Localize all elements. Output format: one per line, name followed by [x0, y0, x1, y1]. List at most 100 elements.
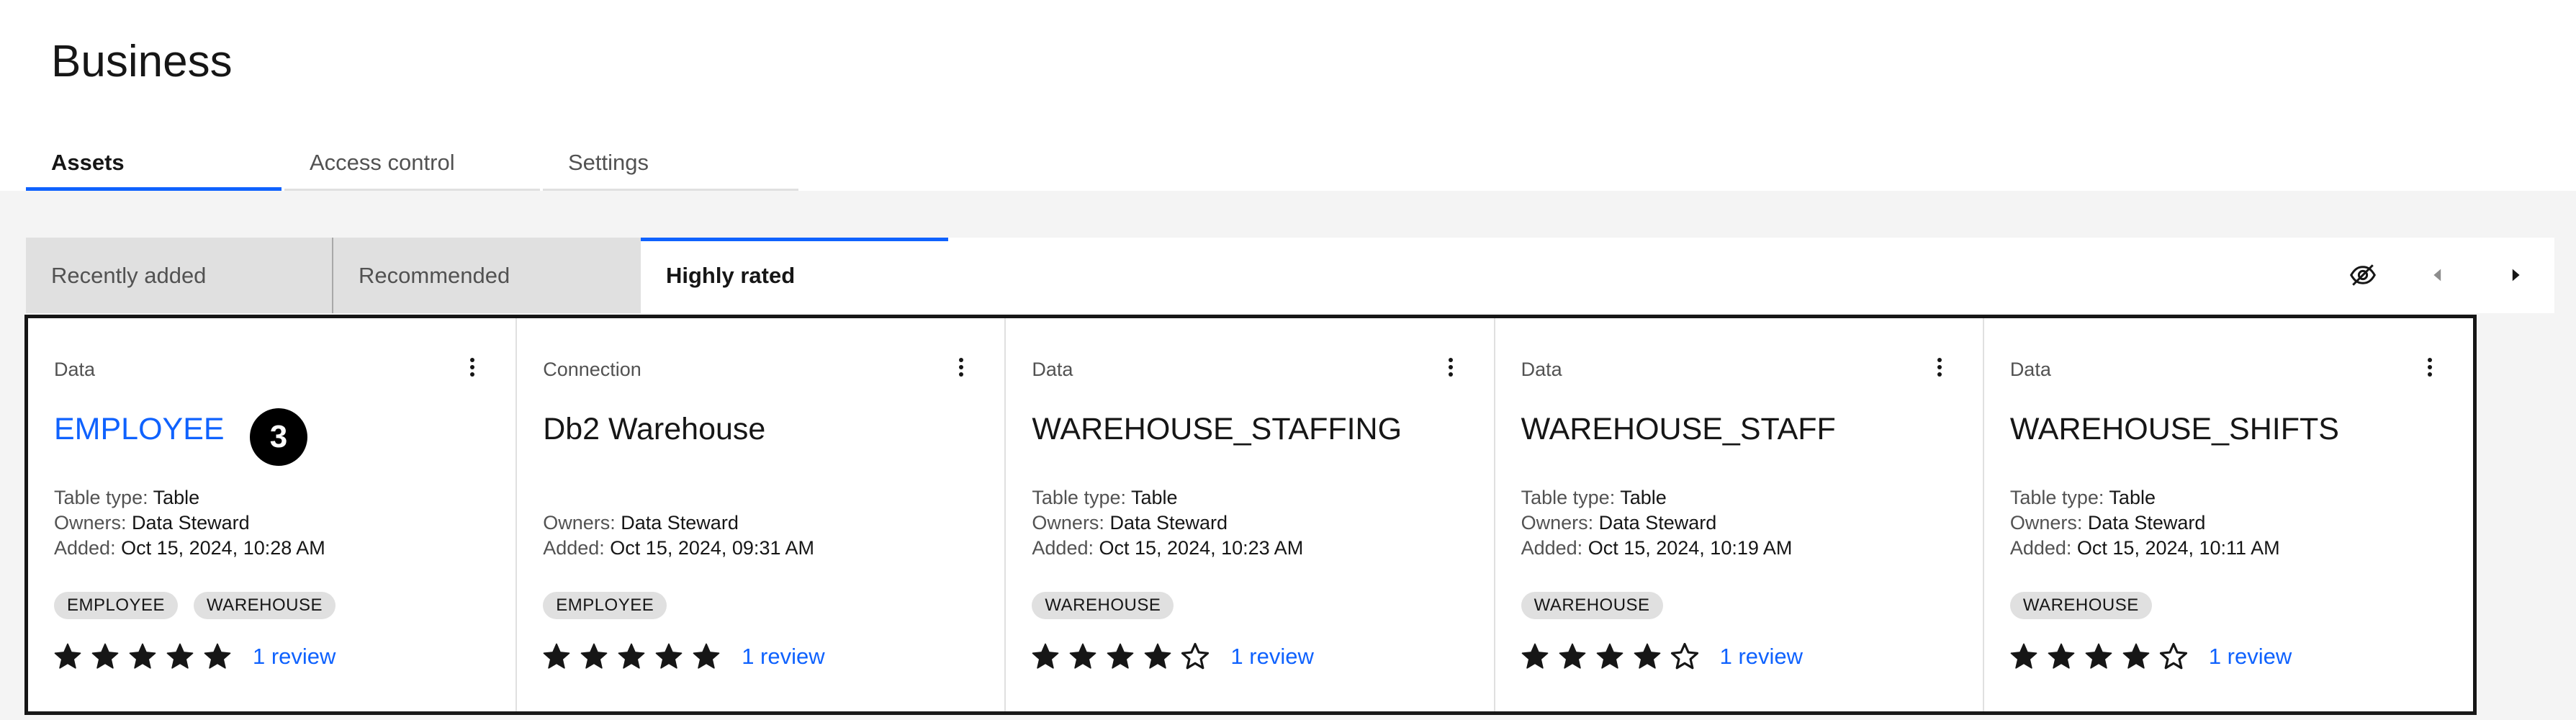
asset-filter-tabs: Recently added Recommended Highly rated	[26, 238, 2554, 313]
asset-metadata: Table type: Table Owners: Data Steward A…	[1032, 485, 1303, 561]
tag[interactable]: EMPLOYEE	[543, 592, 667, 619]
scroll-right-button[interactable]	[2492, 252, 2539, 298]
tag[interactable]: WAREHOUSE	[2009, 592, 2152, 619]
tab-highly-rated[interactable]: Highly rated	[641, 238, 948, 313]
tag[interactable]: WAREHOUSE	[1032, 592, 1174, 619]
rating: 1 review	[541, 642, 825, 672]
overflow-menu-button[interactable]	[2415, 353, 2444, 382]
asset-card[interactable]: Data EMPLOYEE 3 Table type: Table Owners…	[28, 318, 518, 711]
review-link[interactable]: 1 review	[1720, 644, 1803, 670]
owners-row: Owners: Data Steward	[1032, 510, 1303, 536]
tag[interactable]: EMPLOYEE	[54, 592, 179, 619]
main-tabs: Assets Access control Settings	[26, 139, 798, 191]
star-filled-icon[interactable]	[1030, 642, 1060, 672]
added-label: Added:	[543, 537, 605, 559]
owners-value: Data Steward	[132, 512, 250, 534]
asset-cards: Data EMPLOYEE 3 Table type: Table Owners…	[24, 315, 2477, 715]
owners-label: Owners:	[1032, 512, 1104, 534]
asset-metadata: Owners: Data Steward Added: Oct 15, 2024…	[543, 485, 814, 561]
added-label: Added:	[2009, 537, 2072, 559]
overflow-menu-button[interactable]	[1925, 353, 1954, 382]
page-title: Business	[51, 37, 233, 86]
star-filled-icon[interactable]	[616, 642, 647, 672]
review-link[interactable]: 1 review	[742, 644, 824, 670]
overflow-menu-button[interactable]	[458, 353, 487, 382]
owners-row: Owners: Data Steward	[54, 510, 325, 536]
tab-settings[interactable]: Settings	[543, 139, 798, 191]
asset-type: Data	[1032, 359, 1073, 380]
asset-type: Data	[54, 359, 96, 380]
star-outline-icon[interactable]	[1180, 642, 1210, 672]
step-badge: 3	[250, 408, 307, 466]
review-link[interactable]: 1 review	[253, 644, 335, 670]
star-filled-icon[interactable]	[1105, 642, 1135, 672]
scroll-left-button[interactable]	[2415, 252, 2461, 298]
star-filled-icon[interactable]	[1557, 642, 1588, 672]
tab-recently-added[interactable]: Recently added	[26, 238, 333, 313]
asset-name[interactable]: WAREHOUSE_STAFF	[1521, 412, 1836, 447]
view-off-icon	[2350, 264, 2376, 286]
star-filled-icon[interactable]	[2084, 642, 2114, 672]
star-filled-icon[interactable]	[165, 642, 195, 672]
asset-name[interactable]: WAREHOUSE_SHIFTS	[2010, 412, 2339, 447]
star-filled-icon[interactable]	[127, 642, 158, 672]
overflow-menu-icon	[1448, 358, 1453, 377]
star-filled-icon[interactable]	[2009, 642, 2039, 672]
table-type-row: Table type: Table	[54, 485, 325, 510]
table-type-row: Table type: Table	[1521, 485, 1793, 510]
asset-card[interactable]: Data WAREHOUSE_SHIFTS Table type: Table …	[1984, 318, 2473, 711]
tag[interactable]: WAREHOUSE	[194, 592, 336, 619]
overflow-menu-button[interactable]	[1436, 353, 1465, 382]
owners-label: Owners:	[2009, 512, 2083, 534]
star-rating	[541, 642, 729, 672]
star-filled-icon[interactable]	[579, 642, 609, 672]
caret-left-icon	[2433, 269, 2441, 282]
asset-card[interactable]: Data WAREHOUSE_STAFFING Table type: Tabl…	[1006, 318, 1495, 711]
table-type-value: Table	[1131, 487, 1178, 508]
star-filled-icon[interactable]	[2121, 642, 2151, 672]
tab-recommended[interactable]: Recommended	[333, 238, 641, 313]
review-link[interactable]: 1 review	[1230, 644, 1313, 670]
owners-label: Owners:	[1521, 512, 1594, 534]
star-filled-icon[interactable]	[1068, 642, 1098, 672]
star-filled-icon[interactable]	[1595, 642, 1625, 672]
owners-value: Data Steward	[1109, 512, 1228, 534]
tab-access-control[interactable]: Access control	[284, 139, 540, 191]
asset-type: Data	[1521, 359, 1562, 380]
star-filled-icon[interactable]	[1520, 642, 1550, 672]
star-filled-icon[interactable]	[541, 642, 572, 672]
owners-label: Owners:	[543, 512, 616, 534]
tag-list: EMPLOYEE	[543, 592, 667, 619]
owners-row: Owners: Data Steward	[1521, 510, 1793, 536]
added-label: Added:	[1521, 537, 1583, 559]
star-filled-icon[interactable]	[654, 642, 684, 672]
star-filled-icon[interactable]	[691, 642, 721, 672]
review-link[interactable]: 1 review	[2209, 644, 2292, 670]
star-filled-icon[interactable]	[90, 642, 120, 672]
table-type-value: Table	[153, 487, 200, 508]
caret-right-icon	[2512, 269, 2520, 282]
overflow-menu-button[interactable]	[947, 353, 976, 382]
star-filled-icon[interactable]	[1632, 642, 1662, 672]
star-filled-icon[interactable]	[2046, 642, 2076, 672]
hide-button[interactable]	[2340, 252, 2386, 298]
owners-value: Data Steward	[1598, 512, 1717, 534]
tag-list: WAREHOUSE	[2009, 592, 2152, 619]
asset-name-link[interactable]: EMPLOYEE	[54, 412, 225, 447]
tab-assets[interactable]: Assets	[26, 139, 282, 191]
tag[interactable]: WAREHOUSE	[1521, 592, 1663, 619]
star-filled-icon[interactable]	[1143, 642, 1173, 672]
star-outline-icon[interactable]	[1670, 642, 1700, 672]
asset-name[interactable]: Db2 Warehouse	[543, 412, 765, 447]
tag-list: WAREHOUSE	[1521, 592, 1663, 619]
star-filled-icon[interactable]	[53, 642, 83, 672]
added-value: Oct 15, 2024, 10:11 AM	[2076, 537, 2280, 559]
star-rating	[1520, 642, 1707, 672]
asset-card[interactable]: Connection Db2 Warehouse Owners: Data St…	[517, 318, 1006, 711]
added-row: Added: Oct 15, 2024, 10:19 AM	[1521, 536, 1793, 561]
asset-card[interactable]: Data WAREHOUSE_STAFF Table type: Table O…	[1495, 318, 1984, 711]
star-filled-icon[interactable]	[202, 642, 233, 672]
asset-type: Data	[2009, 359, 2051, 380]
star-outline-icon[interactable]	[2158, 642, 2189, 672]
asset-name[interactable]: WAREHOUSE_STAFFING	[1032, 412, 1402, 447]
